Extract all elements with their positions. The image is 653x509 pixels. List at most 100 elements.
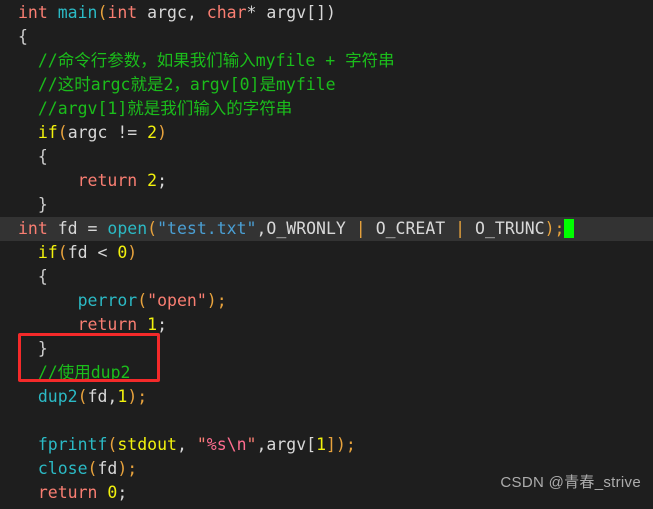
token-number: 2 <box>147 123 158 142</box>
token-comma: , <box>256 219 267 238</box>
code-line-9[interactable]: } <box>0 193 653 217</box>
token-identifier-argv: * argv[]) <box>246 3 336 22</box>
token-number: 2 <box>147 171 158 190</box>
token-brace-open: { <box>37 147 48 166</box>
token-format-specifier: %s\n <box>206 435 247 454</box>
token-paren: ( <box>77 387 88 406</box>
token-keyword-return: return <box>37 483 98 502</box>
token-paren-close: ) <box>127 243 138 262</box>
token-identifier-argc: argc, <box>137 3 207 22</box>
token-function-fprintf: fprintf <box>37 435 108 454</box>
code-line-15[interactable]: } <box>0 337 653 361</box>
token-function-close: close <box>37 459 88 478</box>
token-arg-fd: fd, <box>87 387 118 406</box>
token-paren: ( <box>57 123 68 142</box>
code-line-13[interactable]: perror("open"); <box>0 289 653 313</box>
token-pipe-operator: | <box>345 219 376 238</box>
token-keyword-if: if <box>37 243 58 262</box>
token-function-perror: perror <box>77 291 138 310</box>
text-cursor <box>564 219 575 238</box>
code-editor-content[interactable]: int main(int argc, char* argv[]) { //命令行… <box>0 0 653 509</box>
token-keyword-char: char <box>206 3 247 22</box>
token-arg-fd: fd <box>97 459 118 478</box>
code-line-16[interactable]: //使用dup2 <box>0 361 653 385</box>
token-arg-argv: argv[ <box>266 435 317 454</box>
token-variable-stdout: stdout <box>117 435 177 454</box>
token-keyword-int: int <box>18 219 48 238</box>
token-function-open: open <box>107 219 148 238</box>
token-number: 1 <box>147 315 158 334</box>
token-paren-close-semi: ); <box>544 219 565 238</box>
token-comment-2: //这时argc就是2，argv[0]是myfile <box>37 75 336 94</box>
token-brace-open: { <box>37 267 48 286</box>
token-identifier-fd: fd = <box>47 219 108 238</box>
token-condition: fd < <box>67 243 118 262</box>
token-paren: ( <box>87 459 98 478</box>
token-semicolon: ; <box>157 315 168 334</box>
token-semicolon: ; <box>157 171 168 190</box>
code-line-6[interactable]: if(argc != 2) <box>0 121 653 145</box>
token-paren: ( <box>97 3 108 22</box>
code-line-22[interactable]: } <box>0 505 653 509</box>
code-line-10-current[interactable]: int fd = open("test.txt",O_WRONLY | O_CR… <box>0 217 653 241</box>
token-condition: argc != <box>67 123 148 142</box>
token-paren: ( <box>57 243 68 262</box>
token-semicolon: ; <box>117 483 128 502</box>
token-string-filename: "test.txt" <box>157 219 257 238</box>
code-line-11[interactable]: if(fd < 0) <box>0 241 653 265</box>
token-paren: ( <box>107 435 118 454</box>
token-brace-open: { <box>18 27 28 46</box>
code-line-12[interactable]: { <box>0 265 653 289</box>
token-number: 0 <box>107 483 118 502</box>
token-brace-close: } <box>37 195 48 214</box>
code-line-14[interactable]: return 1; <box>0 313 653 337</box>
token-comma-2: , <box>256 435 267 454</box>
code-line-5[interactable]: //argv[1]就是我们输入的字符串 <box>0 97 653 121</box>
token-pipe-operator-2: | <box>445 219 476 238</box>
code-line-19[interactable]: fprintf(stdout, "%s\n",argv[1]); <box>0 433 653 457</box>
token-comma: , <box>176 435 197 454</box>
token-paren-close-semi: ); <box>127 387 148 406</box>
code-line-2[interactable]: { <box>0 25 653 49</box>
code-line-17[interactable]: dup2(fd,1); <box>0 385 653 409</box>
token-macro-o-wronly: O_WRONLY <box>266 219 346 238</box>
code-line-8[interactable]: return 2; <box>0 169 653 193</box>
code-line-4[interactable]: //这时argc就是2，argv[0]是myfile <box>0 73 653 97</box>
code-line-1[interactable]: int main(int argc, char* argv[]) <box>0 1 653 25</box>
token-paren: ( <box>137 291 148 310</box>
code-line-3[interactable]: //命令行参数，如果我们输入myfile + 字符串 <box>0 49 653 73</box>
token-comment-3: //argv[1]就是我们输入的字符串 <box>37 99 293 118</box>
code-editor-screenshot: int main(int argc, char* argv[]) { //命令行… <box>0 0 653 509</box>
token-paren: ( <box>147 219 158 238</box>
token-macro-o-creat: O_CREAT <box>375 219 446 238</box>
code-line-18-blank[interactable] <box>0 409 653 433</box>
token-number: 0 <box>117 243 128 262</box>
token-quote-open: " <box>196 435 207 454</box>
token-comment-dup2: //使用dup2 <box>37 363 131 382</box>
code-line-7[interactable]: { <box>0 145 653 169</box>
token-keyword-if: if <box>37 123 58 142</box>
token-paren-close: ) <box>157 123 168 142</box>
token-comment-1: //命令行参数，如果我们输入myfile + 字符串 <box>37 51 395 70</box>
token-macro-o-trunc: O_TRUNC <box>475 219 545 238</box>
token-keyword-int: int <box>18 3 48 22</box>
token-number-index: 1 <box>316 435 327 454</box>
